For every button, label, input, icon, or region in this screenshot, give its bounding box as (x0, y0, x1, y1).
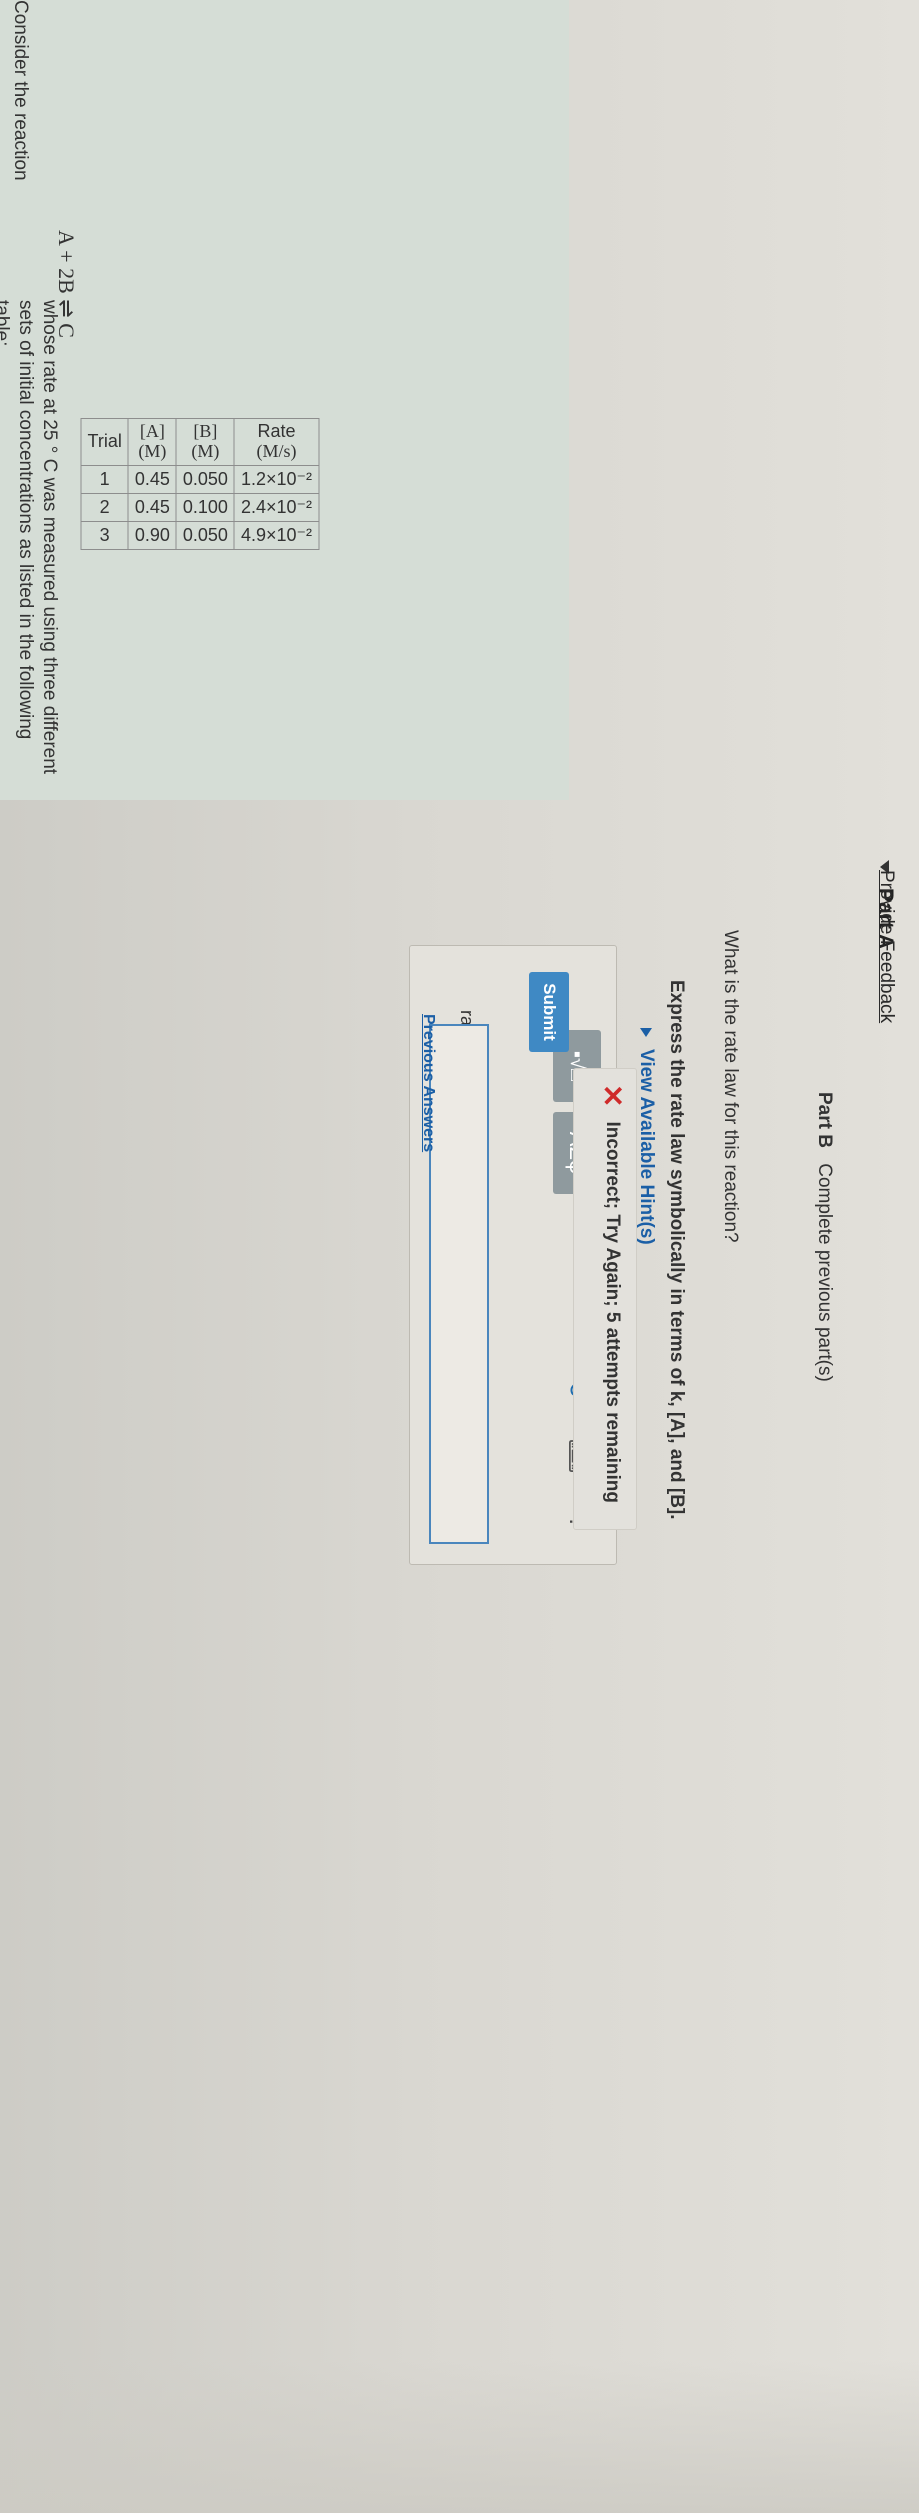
feedback-row: ✕ Incorrect; Try Again; 5 attempts remai… (596, 1084, 629, 1503)
rate-table: Trial [A] (M) [B] (M) Rate (M/s) 1 0.45 0.0… (81, 418, 320, 550)
table-row: 1 0.45 0.050 1.2×10⁻² (81, 465, 319, 494)
cell-b: 0.100 (176, 493, 235, 522)
header-b-unit: (M) (191, 440, 220, 461)
part-b-status: Complete previous part(s) (814, 1163, 835, 1382)
content-canvas: Consider the reaction A + 2B ⇌ C whose r… (0, 0, 919, 2513)
previous-answers-link[interactable]: Previous Answers (419, 1014, 437, 1152)
table-row: 2 0.45 0.100 2.4×10⁻² (81, 493, 319, 522)
hint-link[interactable]: View Available Hint(s) (635, 1049, 657, 1245)
cell-trial: 2 (81, 493, 129, 522)
header-a: [A] (M) (128, 418, 177, 466)
header-a-unit: (M) (138, 440, 167, 461)
table-header-row: Trial [A] (M) [B] (M) Rate (M/s) (81, 418, 319, 466)
part-b-title: Part B (814, 1092, 835, 1148)
description-text: whose rate at 25 ° C was measured using … (0, 300, 60, 775)
header-rate-top: Rate (257, 421, 296, 441)
header-rate: Rate (M/s) (234, 418, 319, 466)
header-trial: Trial (81, 418, 129, 466)
hint-toggle[interactable]: View Available Hint(s) (635, 1028, 657, 1245)
instruction-text: Express the rate law symbolically in ter… (666, 980, 687, 1520)
provide-feedback-link[interactable]: Provide Feedback (875, 870, 897, 1023)
rate-input[interactable] (429, 1024, 489, 1544)
header-b-top: [B] (193, 421, 218, 441)
cell-trial: 1 (81, 465, 129, 494)
table-row: 3 0.90 0.050 4.9×10⁻² (81, 521, 319, 550)
cell-a: 0.45 (128, 493, 177, 522)
part-b-row[interactable]: Part B Complete previous part(s) (813, 1092, 835, 1382)
cell-rate: 4.9×10⁻² (234, 521, 319, 550)
provide-feedback-label: Provide Feedback (876, 870, 897, 1024)
submit-label: Submit (540, 983, 559, 1041)
cell-a: 0.90 (128, 521, 177, 550)
header-b: [B] (M) (176, 418, 235, 466)
page: Consider the reaction A + 2B ⇌ C whose r… (0, 0, 919, 2513)
submit-button[interactable]: Submit (529, 972, 569, 1052)
cell-rate: 2.4×10⁻² (234, 493, 319, 522)
header-a-top: [A] (139, 421, 165, 441)
question-text: What is the rate law for this reaction? (720, 930, 741, 1243)
previous-answers-label: Previous Answers (420, 1014, 437, 1153)
cell-rate: 1.2×10⁻² (234, 465, 319, 494)
caret-right-icon (640, 1028, 652, 1037)
feedback-text: Incorrect; Try Again; 5 attempts remaini… (602, 1121, 624, 1503)
footer-shade (0, 2360, 919, 2513)
cell-trial: 3 (81, 521, 129, 550)
header-rate-unit: (M/s) (256, 440, 297, 461)
cell-b: 0.050 (176, 521, 235, 550)
intro-panel (0, 0, 569, 800)
consider-text: Consider the reaction (10, 0, 31, 181)
cell-b: 0.050 (176, 465, 235, 494)
error-icon: ✕ (597, 1084, 628, 1108)
cell-a: 0.45 (128, 465, 177, 494)
